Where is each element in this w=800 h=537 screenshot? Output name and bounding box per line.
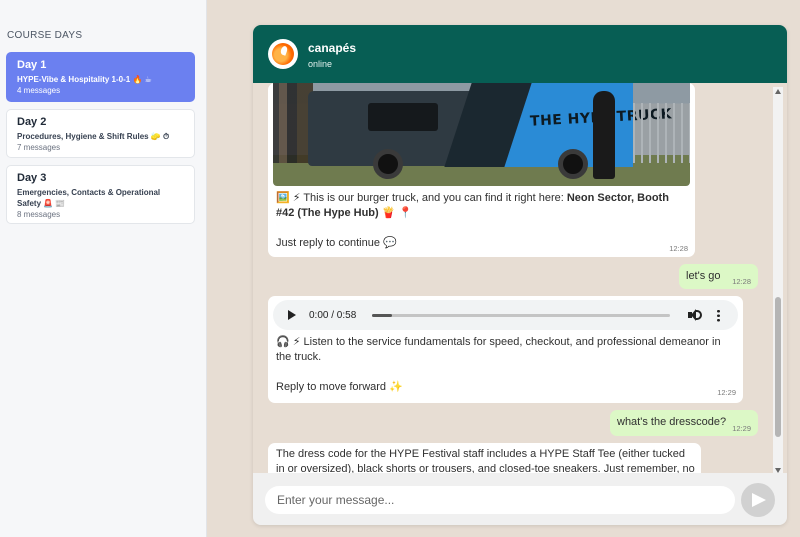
fence — [633, 103, 690, 163]
message-text: let's go — [686, 270, 721, 282]
chat-header: canapés online — [253, 25, 787, 83]
send-button[interactable] — [741, 483, 775, 517]
scrollbar[interactable] — [773, 87, 783, 475]
message-time: 12:29 — [717, 388, 736, 397]
play-icon[interactable] — [288, 310, 296, 320]
burger-truck-image[interactable]: THE HYPE TRUCK — [273, 83, 690, 186]
more-options-icon[interactable] — [717, 309, 720, 322]
message-input[interactable] — [265, 486, 735, 514]
message-text-suffix: 🍟 📍 — [378, 207, 413, 219]
message-time: 12:28 — [732, 277, 751, 286]
outgoing-message: let's go 12:28 — [679, 264, 758, 289]
message-text: Reply to move forward ✨ — [276, 381, 403, 393]
day-title: Day 1 — [17, 59, 47, 71]
avatar — [268, 39, 298, 69]
contact-status: online — [308, 59, 333, 69]
day-message-count: 8 messages — [17, 210, 61, 219]
incoming-message: 0:00 / 0:58 🎧 ⚡ Listen to the service fu… — [268, 296, 743, 403]
message-text: Just reply to continue 💬 — [276, 237, 397, 249]
scroll-thumb[interactable] — [775, 297, 781, 437]
message-text-prefix: 🖼️ ⚡ This is our burger truck, and you c… — [276, 192, 567, 204]
truck-wheel — [558, 149, 588, 179]
chat-window: canapés online THE HYPE TRUCK 🖼️ ⚡ This … — [253, 25, 787, 525]
send-icon — [752, 493, 766, 507]
truck-wheel — [373, 149, 403, 179]
day-card-2[interactable]: Day 2 Procedures, Hygiene & Shift Rules … — [6, 109, 195, 158]
audio-player: 0:00 / 0:58 — [273, 300, 738, 330]
message-list[interactable]: THE HYPE TRUCK 🖼️ ⚡ This is our burger t… — [253, 83, 787, 473]
message-time: 12:29 — [732, 424, 751, 433]
day-subtitle: HYPE-Vibe & Hospitality 1-0-1 🔥 ☕ — [17, 75, 152, 84]
message-time: 12:28 — [669, 244, 688, 253]
sidebar-title: COURSE DAYS — [7, 30, 83, 41]
outgoing-message: what's the dresscode? 12:29 — [610, 410, 758, 436]
message-text: 🖼️ ⚡ This is our burger truck, and you c… — [276, 191, 688, 221]
day-title: Day 2 — [17, 116, 47, 128]
message-text: what's the dresscode? — [617, 416, 727, 428]
day-card-1[interactable]: Day 1 HYPE-Vibe & Hospitality 1-0-1 🔥 ☕ … — [6, 52, 195, 102]
day-message-count: 4 messages — [17, 86, 61, 95]
person — [593, 91, 615, 179]
message-text: The dress code for the HYPE Festival sta… — [276, 448, 695, 473]
day-title: Day 3 — [17, 172, 47, 184]
day-subtitle: Procedures, Hygiene & Shift Rules 🧽 ⏱ — [17, 132, 170, 141]
day-subtitle: Emergencies, Contacts & Operational Safe… — [17, 188, 161, 208]
day-card-3[interactable]: Day 3 Emergencies, Contacts & Operationa… — [6, 165, 195, 224]
scroll-up-icon[interactable] — [775, 89, 781, 94]
message-text: 🎧 ⚡ Listen to the service fundamentals f… — [276, 336, 721, 363]
truck-window — [368, 103, 438, 131]
incoming-message: The dress code for the HYPE Festival sta… — [268, 443, 701, 473]
flame-logo-icon — [272, 43, 294, 65]
crowd — [273, 83, 313, 163]
audio-progress — [372, 314, 392, 317]
audio-time: 0:00 / 0:58 — [309, 310, 357, 321]
volume-icon[interactable] — [688, 308, 702, 322]
incoming-message: THE HYPE TRUCK 🖼️ ⚡ This is our burger t… — [268, 83, 695, 257]
day-message-count: 7 messages — [17, 143, 61, 152]
composer — [253, 473, 787, 525]
contact-name: canapés — [308, 41, 357, 55]
audio-progress-bar[interactable] — [372, 314, 670, 317]
course-sidebar: COURSE DAYS Day 1 HYPE-Vibe & Hospitalit… — [0, 0, 207, 537]
